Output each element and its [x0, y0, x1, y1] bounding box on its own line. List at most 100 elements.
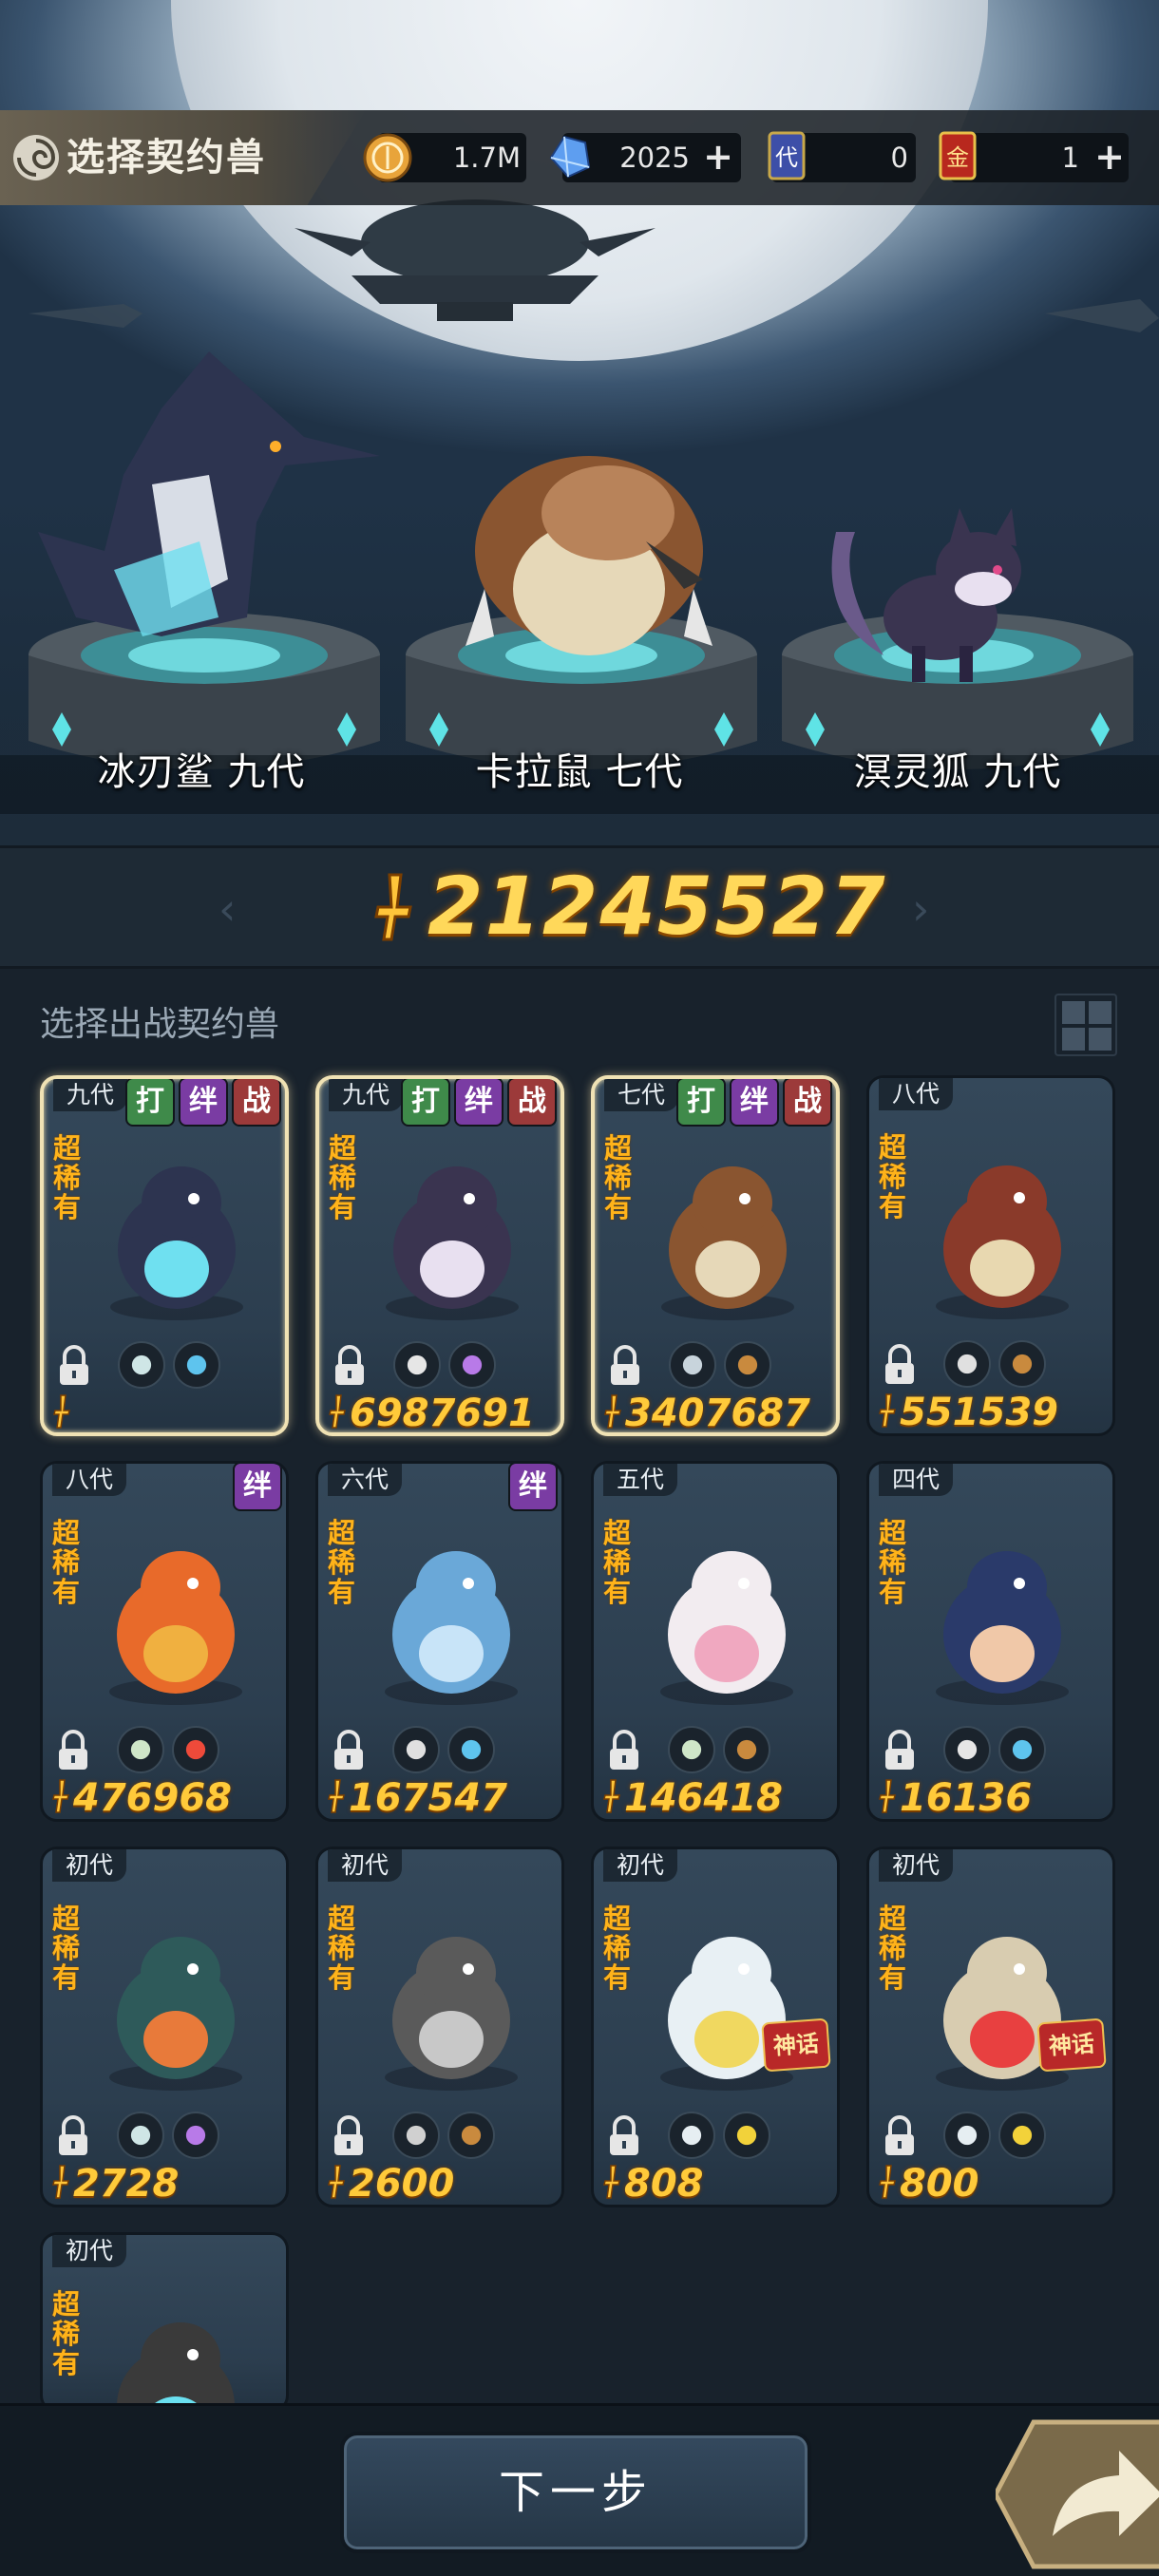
- crystal-plus-button[interactable]: +: [701, 139, 735, 177]
- card-tags: 打绊战: [397, 1079, 557, 1127]
- team-slot-1-name: 冰刃鲨 九代: [97, 750, 306, 794]
- lock-icon[interactable]: [56, 2115, 90, 2157]
- airship-silhouette-right: [1045, 299, 1159, 332]
- monster-card[interactable]: 四代 超稀有 16136: [866, 1461, 1115, 1822]
- card-power: 476968: [52, 1775, 232, 1820]
- water-icon: [173, 1341, 220, 1389]
- lock-icon[interactable]: [332, 1730, 366, 1771]
- gold-card-plus-button[interactable]: +: [1092, 139, 1127, 177]
- generation-label: 初代: [328, 1849, 403, 1882]
- shield-icon: [943, 1726, 991, 1773]
- card-tags: 绊: [229, 1464, 282, 1511]
- generation-label: 初代: [52, 1849, 127, 1882]
- card-tag: 绊: [730, 1079, 779, 1127]
- monster-card[interactable]: 九代 超稀有 打绊战 6987691: [315, 1075, 564, 1436]
- monster-card[interactable]: 八代超稀有 551539: [866, 1075, 1115, 1436]
- lock-icon[interactable]: [883, 2115, 917, 2157]
- rarity-label: 超稀有: [53, 1132, 82, 1223]
- card-tags: 打绊战: [673, 1079, 832, 1127]
- card-tag: 打: [676, 1079, 726, 1127]
- power-sword-icon: [879, 1393, 896, 1428]
- power-sword-icon: [52, 2165, 69, 2199]
- card-power: 10850149: [53, 1391, 285, 1432]
- monster-portrait: [632, 1502, 822, 1730]
- sun-icon: [723, 2112, 770, 2159]
- monster-portrait: [81, 2273, 271, 2410]
- monster-portrait: [907, 1502, 1097, 1730]
- mole-creature[interactable]: [446, 446, 732, 674]
- share-arrow-icon[interactable]: [996, 2413, 1159, 2576]
- monster-portrait: [633, 1117, 823, 1345]
- earth-icon: [998, 1340, 1046, 1388]
- rarity-label: 超稀有: [603, 1517, 632, 1608]
- myth-badge: 神话: [1036, 2017, 1107, 2073]
- monster-card[interactable]: 初代 超稀有 神话 808: [591, 1847, 840, 2207]
- water-icon: [998, 1726, 1046, 1773]
- rarity-label: 超稀有: [603, 1903, 632, 1994]
- earth-icon: [724, 1341, 771, 1389]
- monster-card[interactable]: 五代 超稀有 146418: [591, 1461, 840, 1822]
- lock-icon[interactable]: [56, 1730, 90, 1771]
- team-slot-3-name: 溟灵狐 九代: [853, 750, 1062, 794]
- card-power-value: 3407687: [625, 1392, 810, 1435]
- fist-icon: [943, 1340, 991, 1388]
- monster-portrait: [81, 1502, 271, 1730]
- power-sword-icon: [329, 1394, 346, 1429]
- card-power-value: 551539: [900, 1391, 1058, 1434]
- monster-card[interactable]: 初代 超稀有 神话 800: [866, 1847, 1115, 2207]
- fox-creature[interactable]: [817, 503, 1045, 684]
- gold-coin-icon: [363, 133, 412, 182]
- card-power: 146418: [603, 1775, 783, 1819]
- card-power: 808: [603, 2161, 704, 2205]
- card-power-value: 476968: [73, 1776, 232, 1820]
- rarity-label: 超稀有: [879, 1131, 907, 1222]
- lock-icon[interactable]: [57, 1345, 91, 1387]
- card-tag: 绊: [233, 1464, 282, 1511]
- monster-portrait: [907, 1887, 1097, 2115]
- water-icon: [447, 1726, 495, 1773]
- card-power: 3407687: [604, 1391, 810, 1435]
- card-tag: 打: [125, 1079, 175, 1127]
- lock-icon[interactable]: [607, 1730, 641, 1771]
- monster-card[interactable]: 初代 超稀有 2728: [40, 1847, 289, 2207]
- armor-icon: [392, 2112, 440, 2159]
- generation-label: 初代: [52, 2235, 127, 2267]
- card-tag: 绊: [179, 1079, 228, 1127]
- generation-label: 八代: [879, 1078, 954, 1110]
- power-sword-icon: [374, 873, 412, 941]
- generation-label: 初代: [603, 1849, 678, 1882]
- gold-value: 1.7M: [452, 142, 521, 174]
- lock-icon[interactable]: [883, 1344, 917, 1386]
- rarity-label: 超稀有: [328, 1903, 356, 1994]
- lock-icon[interactable]: [332, 1345, 367, 1387]
- lock-icon[interactable]: [883, 1730, 917, 1771]
- moon-icon: [448, 1341, 496, 1389]
- monster-card[interactable]: 八代 超稀有 绊 476968: [40, 1461, 289, 1822]
- card-power: 167547: [328, 1775, 507, 1819]
- list-title: 选择出战契约兽: [40, 1005, 280, 1044]
- lock-icon[interactable]: [607, 2115, 641, 2157]
- sun-icon: [998, 2112, 1046, 2159]
- total-power-value: 21245527: [428, 860, 887, 953]
- generation-label: 六代: [328, 1464, 403, 1496]
- power-sword-icon: [879, 1779, 896, 1813]
- card-power: 6987691: [329, 1391, 535, 1432]
- monster-card[interactable]: 七代 超稀有 打绊战 3407687: [591, 1075, 840, 1436]
- card-tag: 战: [783, 1079, 832, 1127]
- lock-icon[interactable]: [332, 2115, 366, 2157]
- next-step-button[interactable]: 下一步: [340, 2432, 811, 2553]
- monster-card[interactable]: 六代 超稀有 绊 167547: [315, 1461, 564, 1822]
- airship-silhouette: [294, 199, 656, 321]
- ice-shark-creature[interactable]: [19, 332, 399, 655]
- monster-card[interactable]: 初代 超稀有 2600: [315, 1847, 564, 2207]
- swirl-back-icon[interactable]: [10, 131, 63, 184]
- page-title: 选择契约兽: [66, 136, 266, 180]
- gen-card-value: 0: [890, 142, 908, 174]
- monster-portrait: [632, 1887, 822, 2115]
- monster-card[interactable]: 九代超稀有 打绊战 10850149: [40, 1075, 289, 1436]
- grid-view-button[interactable]: [1054, 994, 1117, 1056]
- monster-card[interactable]: 初代 超稀有: [40, 2232, 289, 2413]
- earth-icon: [447, 2112, 495, 2159]
- lock-icon[interactable]: [608, 1345, 642, 1387]
- monster-portrait: [81, 1887, 271, 2115]
